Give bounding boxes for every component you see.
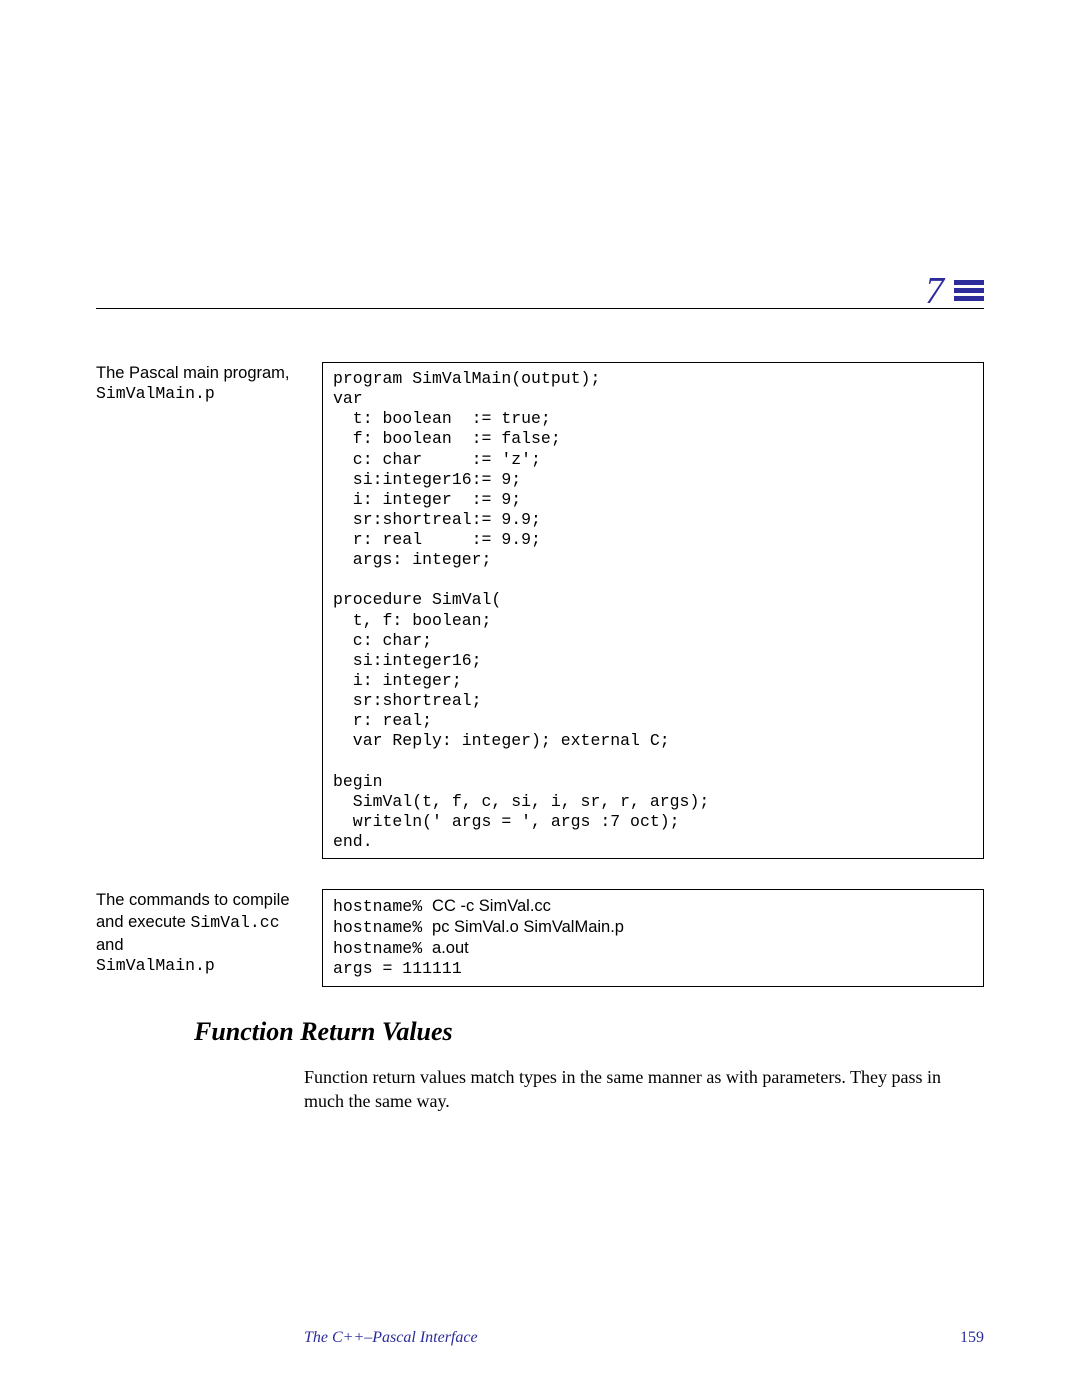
- footer-chapter-title: The C++–Pascal Interface: [304, 1329, 478, 1347]
- code-box-1: program SimValMain(output); var t: boole…: [322, 362, 984, 859]
- prompt-2: hostname%: [333, 918, 432, 937]
- label-text: The Pascal main program,: [96, 364, 290, 382]
- cmd-2: pc SimVal.o SimValMain.p: [432, 918, 624, 936]
- code-block-1: The Pascal main program, SimValMain.p pr…: [96, 362, 984, 859]
- label-file-2: SimValMain.p: [96, 956, 215, 975]
- cmd-1: CC -c SimVal.cc: [432, 897, 551, 915]
- header-rule: [96, 308, 984, 309]
- cmd-3: a.out: [432, 939, 469, 957]
- menu-bars-icon: [954, 278, 984, 304]
- output-line: args = 111111: [333, 959, 462, 978]
- code-listing-1: program SimValMain(output); var t: boole…: [333, 369, 973, 852]
- code-box-2: hostname% CC -c SimVal.cchostname% pc Si…: [322, 889, 984, 987]
- code-block-2-label: The commands to compile and execute SimV…: [96, 889, 304, 987]
- footer-page-number: 159: [960, 1329, 984, 1347]
- code-block-2: The commands to compile and execute SimV…: [96, 889, 984, 987]
- prompt-3: hostname%: [333, 939, 432, 958]
- code-block-1-label: The Pascal main program, SimValMain.p: [96, 362, 304, 859]
- section-heading: Function Return Values: [194, 1017, 984, 1047]
- label-filename: SimValMain.p: [96, 384, 215, 403]
- label-file-1: SimVal.cc: [191, 913, 280, 932]
- chapter-header: 7: [96, 269, 984, 313]
- chapter-number: 7: [925, 269, 944, 313]
- page-content: The Pascal main program, SimValMain.p pr…: [96, 362, 984, 1113]
- page-footer: The C++–Pascal Interface 159: [96, 1329, 984, 1347]
- label-text-2b: and: [96, 936, 124, 954]
- prompt-1: hostname%: [333, 897, 432, 916]
- body-paragraph: Function return values match types in th…: [304, 1065, 984, 1114]
- terminal-output: hostname% CC -c SimVal.cchostname% pc Si…: [333, 896, 973, 980]
